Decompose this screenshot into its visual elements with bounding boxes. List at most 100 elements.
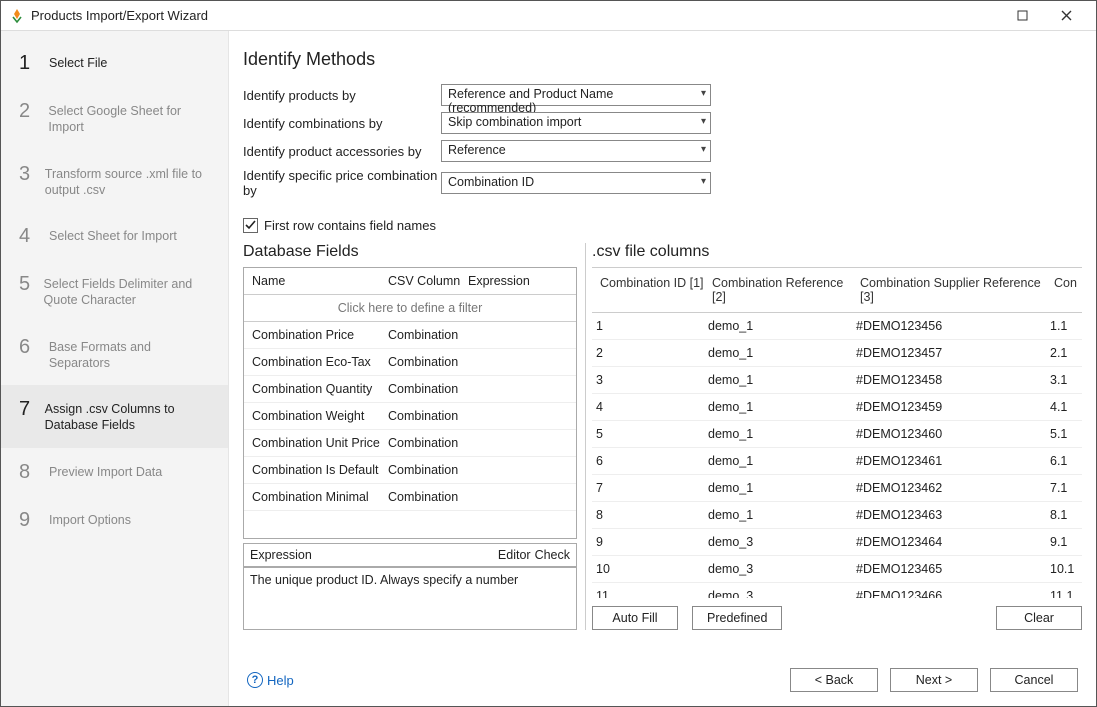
csv-data-row[interactable]: 9demo_3#DEMO1234649.1 — [592, 529, 1082, 556]
database-field-row[interactable]: Combination QuantityCombination — [244, 376, 576, 403]
csv-cell-id: 2 — [596, 346, 708, 360]
csv-cell-extra: 6.1 — [1050, 454, 1078, 468]
step-number: 3 — [19, 164, 33, 184]
csv-data-row[interactable]: 8demo_1#DEMO1234638.1 — [592, 502, 1082, 529]
form-select-value: Reference and Product Name (recommended) — [448, 87, 613, 115]
back-button[interactable]: < Back — [790, 668, 878, 692]
first-row-checkbox-label: First row contains field names — [264, 218, 436, 233]
wizard-step-8[interactable]: 8Preview Import Data — [1, 448, 228, 496]
csv-body: 1demo_1#DEMO1234561.12demo_1#DEMO1234572… — [592, 313, 1082, 598]
database-field-row[interactable]: Combination MinimalCombination — [244, 484, 576, 511]
form-label: Identify product accessories by — [243, 144, 441, 159]
wizard-step-2[interactable]: 2Select Google Sheet for Import — [1, 87, 228, 150]
csv-data-row[interactable]: 3demo_1#DEMO1234583.1 — [592, 367, 1082, 394]
help-icon: ? — [247, 672, 263, 688]
csv-cell-id: 7 — [596, 481, 708, 495]
wizard-step-9[interactable]: 9Import Options — [1, 496, 228, 544]
db-field-csv: Combination — [388, 490, 538, 504]
csv-cell-supref: #DEMO123466 — [856, 589, 1050, 598]
clear-button[interactable]: Clear — [996, 606, 1082, 630]
csv-cell-ref: demo_1 — [708, 373, 856, 387]
step-label: Select Google Sheet for Import — [48, 101, 214, 136]
form-select[interactable]: Reference and Product Name (recommended)… — [441, 84, 711, 106]
csv-cell-extra: 3.1 — [1050, 373, 1078, 387]
wizard-step-1[interactable]: 1Select File — [1, 39, 228, 87]
csv-cell-ref: demo_1 — [708, 454, 856, 468]
step-number: 5 — [19, 274, 32, 294]
wizard-steps-sidebar: 1Select File2Select Google Sheet for Imp… — [1, 31, 229, 706]
database-field-row[interactable]: Combination WeightCombination — [244, 403, 576, 430]
wizard-step-3[interactable]: 3 Transform source .xml file to output .c… — [1, 150, 228, 213]
database-field-row[interactable]: Combination Unit PriceCombination — [244, 430, 576, 457]
db-col-csv[interactable]: CSV Column — [388, 274, 468, 288]
database-field-row[interactable]: Combination Eco-TaxCombination — [244, 349, 576, 376]
step-number: 7 — [19, 399, 33, 419]
wizard-step-4[interactable]: 4 Select Sheet for Import — [1, 212, 228, 260]
csv-data-row[interactable]: 10demo_3#DEMO12346510.1 — [592, 556, 1082, 583]
csv-col-3[interactable]: Combination Supplier Reference [3] — [856, 276, 1050, 304]
next-button[interactable]: Next > — [890, 668, 978, 692]
wizard-step-7[interactable]: 7 Assign .csv Columns to Database Fields — [1, 385, 228, 448]
csv-col-1[interactable]: Combination ID [1] — [596, 276, 708, 304]
step-label: Transform source .xml file to output .cs… — [45, 164, 214, 199]
database-field-row[interactable]: Combination Is DefaultCombination — [244, 457, 576, 484]
step-number: 4 — [19, 226, 37, 246]
csv-cell-id: 6 — [596, 454, 708, 468]
step-label: Select Sheet for Import — [49, 226, 177, 244]
csv-data-row[interactable]: 2demo_1#DEMO1234572.1 — [592, 340, 1082, 367]
form-select-value: Skip combination import — [448, 115, 581, 129]
csv-cell-extra: 1.1 — [1050, 319, 1078, 333]
form-row-1: Identify combinations bySkip combination… — [243, 112, 1082, 134]
csv-cell-extra: 11.1 — [1050, 589, 1078, 598]
db-col-name[interactable]: Name — [252, 274, 388, 288]
csv-data-row[interactable]: 4demo_1#DEMO1234594.1 — [592, 394, 1082, 421]
csv-cell-supref: #DEMO123464 — [856, 535, 1050, 549]
csv-data-row[interactable]: 5demo_1#DEMO1234605.1 — [592, 421, 1082, 448]
wizard-step-6[interactable]: 6Base Formats and Separators — [1, 323, 228, 386]
first-row-checkbox[interactable] — [243, 218, 258, 233]
expression-editor-link[interactable]: Editor — [498, 548, 531, 562]
csv-table: Combination ID [1] Combination Reference… — [592, 267, 1082, 598]
form-select-value: Combination ID — [448, 175, 534, 189]
cancel-button[interactable]: Cancel — [990, 668, 1078, 692]
csv-col-2[interactable]: Combination Reference [2] — [708, 276, 856, 304]
form-select[interactable]: Reference▾ — [441, 140, 711, 162]
wizard-step-5[interactable]: 5Select Fields Delimiter and Quote Chara… — [1, 260, 228, 323]
csv-cell-ref: demo_1 — [708, 346, 856, 360]
form-select[interactable]: Skip combination import▾ — [441, 112, 711, 134]
form-select[interactable]: Combination ID▾ — [441, 172, 711, 194]
csv-cell-id: 8 — [596, 508, 708, 522]
step-label: Select File — [49, 53, 107, 71]
expression-input[interactable] — [318, 547, 494, 563]
database-field-row[interactable]: Combination PriceCombination — [244, 322, 576, 349]
csv-data-row[interactable]: 7demo_1#DEMO1234627.1 — [592, 475, 1082, 502]
db-col-expr[interactable]: Expression — [468, 274, 568, 288]
csv-cell-ref: demo_1 — [708, 319, 856, 333]
window-maximize-button[interactable] — [1000, 1, 1044, 31]
csv-data-row[interactable]: 11demo_3#DEMO12346611.1 — [592, 583, 1082, 598]
csv-cell-supref: #DEMO123462 — [856, 481, 1050, 495]
expression-check-link[interactable]: Check — [535, 548, 570, 562]
database-fields-filter[interactable]: Click here to define a filter — [244, 295, 576, 322]
help-link[interactable]: ? Help — [247, 672, 294, 688]
csv-data-row[interactable]: 1demo_1#DEMO1234561.1 — [592, 313, 1082, 340]
app-icon — [9, 8, 25, 24]
db-field-csv: Combination — [388, 328, 538, 342]
db-field-csv: Combination — [388, 463, 538, 477]
database-fields-table: Name CSV Column Expression Click here to… — [243, 267, 577, 539]
auto-fill-button[interactable]: Auto Fill — [592, 606, 678, 630]
step-number: 8 — [19, 462, 37, 482]
db-field-name: Combination Quantity — [252, 382, 388, 396]
window-close-button[interactable] — [1044, 1, 1088, 31]
db-field-csv: Combination — [388, 436, 538, 450]
csv-cell-extra: 5.1 — [1050, 427, 1078, 441]
csv-cell-id: 5 — [596, 427, 708, 441]
window-title: Products Import/Export Wizard — [31, 8, 1000, 23]
csv-cell-ref: demo_1 — [708, 508, 856, 522]
csv-data-row[interactable]: 6demo_1#DEMO1234616.1 — [592, 448, 1082, 475]
predefined-button[interactable]: Predefined — [692, 606, 782, 630]
step-label: Assign .csv Columns to Database Fields — [45, 399, 214, 434]
csv-cell-ref: demo_1 — [708, 427, 856, 441]
form-select-value: Reference — [448, 143, 506, 157]
csv-col-4[interactable]: Con — [1050, 276, 1078, 304]
